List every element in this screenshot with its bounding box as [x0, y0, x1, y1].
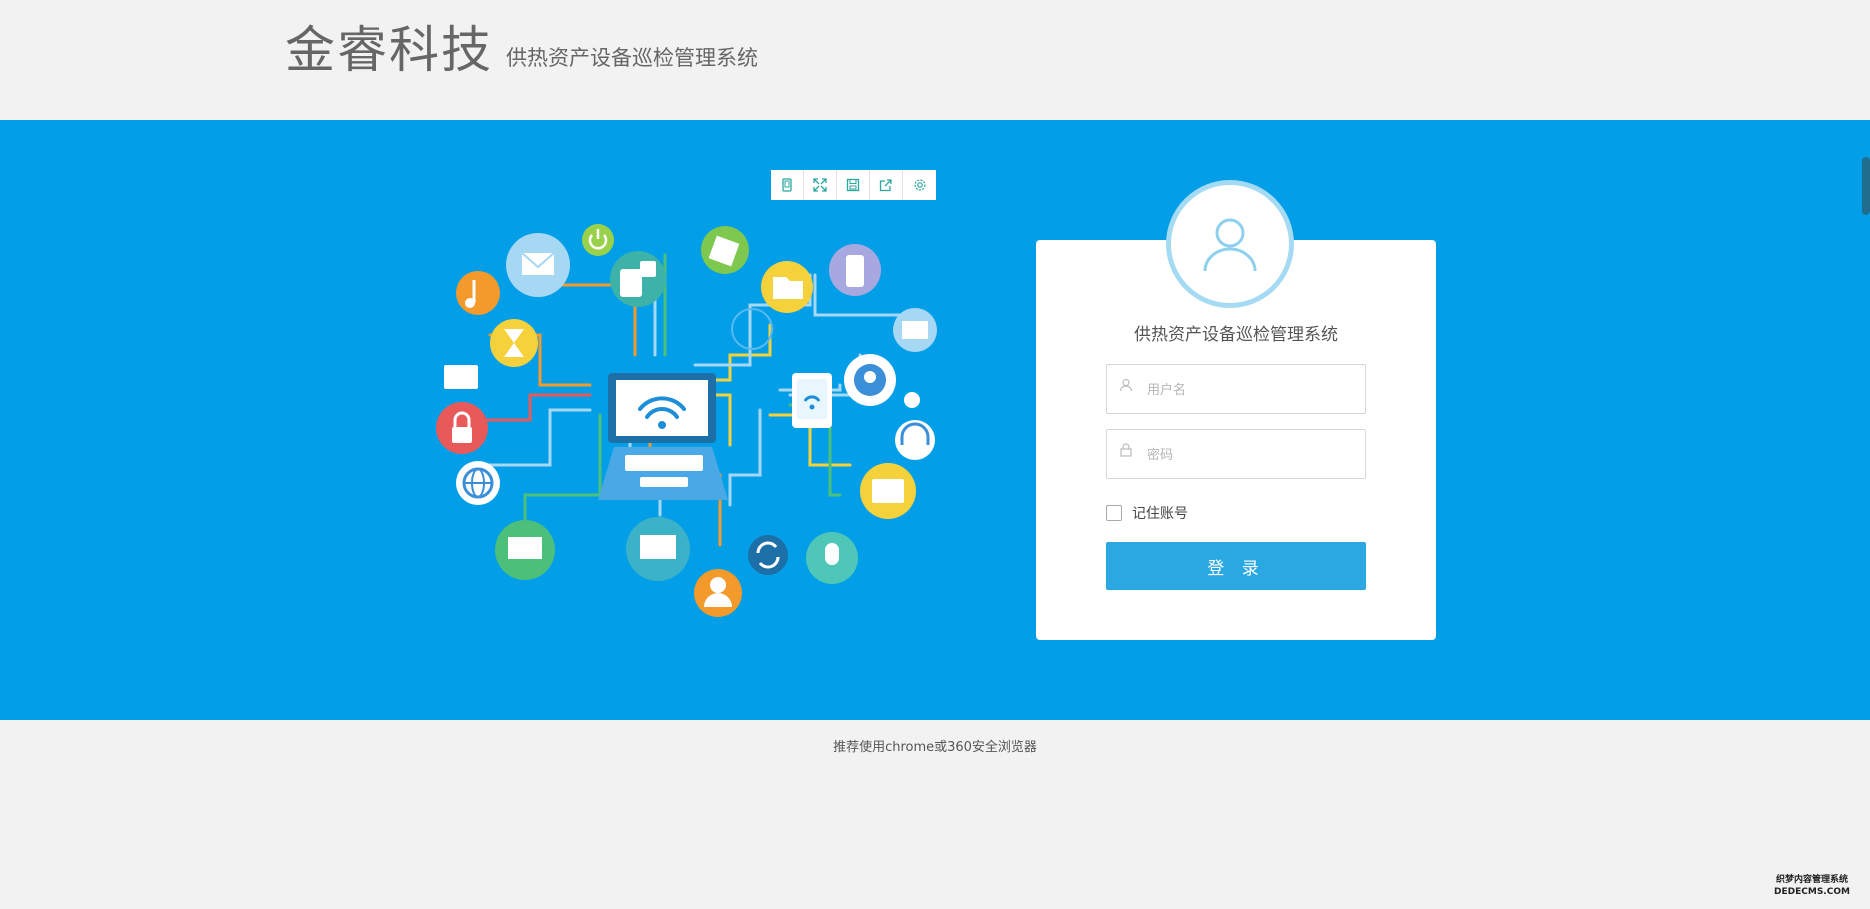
- password-field[interactable]: [1106, 429, 1366, 479]
- tablet-icon[interactable]: [771, 170, 804, 200]
- avatar: [1166, 180, 1294, 308]
- browser-recommendation: 推荐使用chrome或360安全浏览器: [833, 740, 1037, 755]
- watermark: 织梦内容管理系统 DEDECMS.COM: [1760, 874, 1864, 898]
- expand-icon[interactable]: [804, 170, 837, 200]
- share-icon[interactable]: [870, 170, 903, 200]
- system-subtitle: 供热资产设备巡检管理系统: [506, 46, 758, 70]
- login-title: 供热资产设备巡检管理系统: [1134, 325, 1338, 345]
- username-field[interactable]: [1106, 364, 1366, 414]
- brand-logo-text: 金睿科技: [285, 21, 493, 79]
- user-icon: [1119, 377, 1133, 396]
- header: 金睿科技 供热资产设备巡检管理系统: [0, 0, 1870, 120]
- image-toolbar: [771, 170, 936, 200]
- watermark-line2: DEDECMS.COM: [1774, 887, 1850, 897]
- password-input[interactable]: [1145, 442, 1359, 468]
- save-icon[interactable]: [837, 170, 870, 200]
- lock-icon: [1119, 442, 1133, 461]
- login-button[interactable]: 登 录: [1106, 542, 1366, 590]
- network-illustration: [436, 224, 937, 617]
- remember-label: 记住账号: [1132, 506, 1188, 522]
- username-input[interactable]: [1145, 377, 1359, 403]
- user-avatar-icon: [1203, 218, 1257, 272]
- remember-account[interactable]: 记住账号: [1106, 503, 1188, 523]
- scrollbar[interactable]: [1862, 157, 1870, 215]
- settings-icon[interactable]: [903, 170, 936, 200]
- watermark-line1: 织梦内容管理系统: [1775, 875, 1848, 885]
- remember-checkbox[interactable]: [1106, 505, 1122, 521]
